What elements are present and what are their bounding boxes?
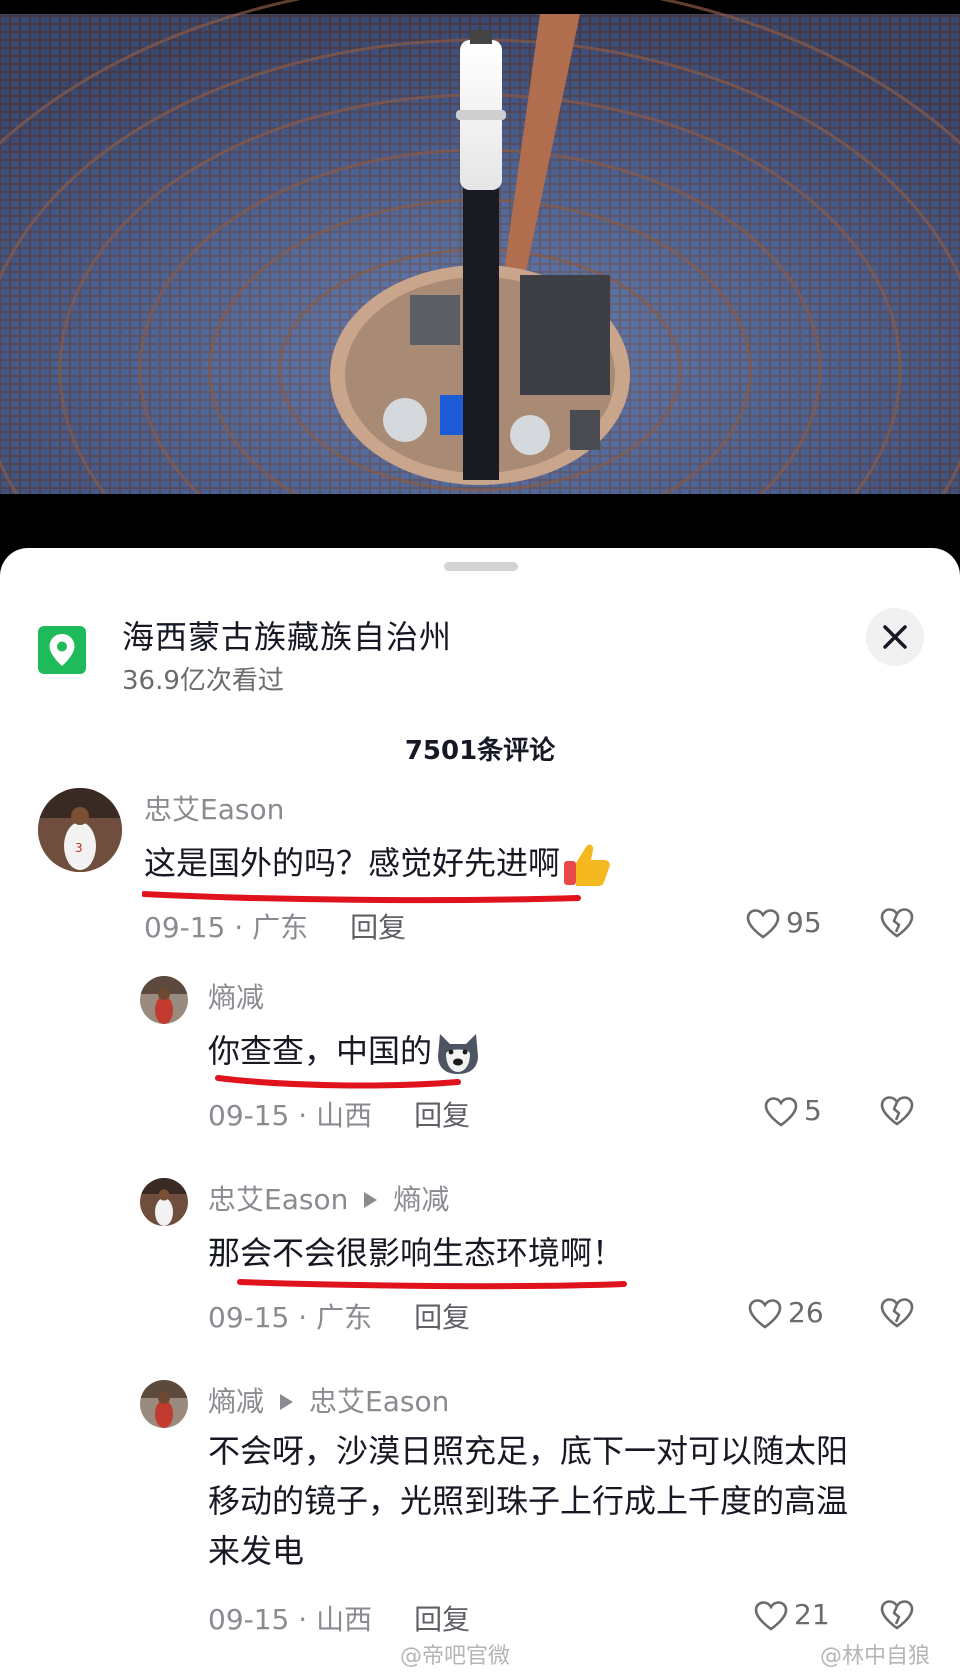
avatar[interactable]: [140, 1178, 188, 1226]
comment-text: 这是国外的吗？感觉好先进啊: [144, 838, 612, 889]
comment-username: 忠艾Eason 熵减: [208, 1178, 449, 1218]
heart-icon: [746, 909, 780, 939]
comment-count: 7501条评论: [404, 736, 556, 766]
dislike-button[interactable]: [880, 1298, 914, 1332]
comment-text-content: 这是国外的吗？感觉好先进啊: [144, 844, 561, 882]
comment-username[interactable]: 忠艾Eason: [144, 788, 284, 828]
comment-username-text[interactable]: 熵减: [208, 1385, 264, 1418]
location-title[interactable]: 海西蒙古族藏族自治州: [122, 612, 452, 658]
reply-button[interactable]: 回复: [414, 1603, 470, 1636]
reply-button[interactable]: 回复: [414, 1099, 470, 1132]
like-button[interactable]: 26: [748, 1296, 824, 1329]
location-pin-icon[interactable]: [38, 626, 86, 674]
watermark: @林中自狼: [820, 1644, 931, 1669]
svg-text:3: 3: [75, 841, 83, 855]
comment-date: 09-15: [144, 911, 226, 944]
like-count: 95: [786, 906, 822, 939]
comment-text: 不会呀，沙漠日照充足，底下一对可以随太阳 移动的镜子，光照到珠子上行成上千度的高…: [208, 1426, 928, 1576]
red-underline: [237, 1279, 627, 1290]
video-player[interactable]: [0, 0, 960, 548]
separator: ·: [298, 1603, 308, 1636]
reply-to-username[interactable]: 熵减: [393, 1183, 449, 1216]
comment-region: 山西: [316, 1099, 373, 1132]
comment-date: 09-15: [208, 1301, 290, 1334]
comment-username: 熵减 忠艾Eason: [208, 1380, 449, 1420]
avatar[interactable]: 3: [38, 788, 122, 872]
separator: ·: [234, 911, 244, 944]
comment-region: 广东: [252, 911, 309, 944]
reply-button[interactable]: 回复: [414, 1301, 470, 1334]
comment-date: 09-15: [208, 1099, 290, 1132]
broken-heart-icon: [880, 1096, 914, 1126]
comment-meta: 09-15 · 广东 回复: [208, 1296, 470, 1336]
comment-username[interactable]: 熵减: [208, 976, 264, 1016]
comment-text-line: 不会呀，沙漠日照充足，底下一对可以随太阳: [208, 1432, 849, 1470]
comment-date: 09-15: [208, 1603, 290, 1636]
close-button[interactable]: [866, 608, 924, 666]
like-button[interactable]: 21: [754, 1598, 830, 1631]
separator: ·: [298, 1099, 308, 1132]
comment-username-text[interactable]: 忠艾Eason: [208, 1183, 348, 1216]
reply-arrow-icon: [280, 1394, 294, 1410]
like-button[interactable]: 5: [764, 1094, 822, 1127]
comment-text-content: 你查查，中国的: [208, 1032, 433, 1070]
dislike-button[interactable]: [880, 908, 914, 942]
watermark: @帝吧官微: [400, 1644, 511, 1669]
broken-heart-icon: [880, 908, 914, 938]
close-icon: [883, 625, 907, 649]
comment-region: 广东: [316, 1301, 373, 1334]
comment-region: 山西: [316, 1603, 373, 1636]
red-underline: [142, 891, 581, 904]
heart-icon: [748, 1299, 782, 1329]
heart-icon: [754, 1601, 788, 1631]
comment-meta: 09-15 · 山西 回复: [208, 1598, 470, 1638]
heart-icon: [764, 1097, 798, 1127]
video-frame-image: [0, 0, 960, 548]
broken-heart-icon: [880, 1600, 914, 1630]
comment-meta: 09-15 · 广东 回复: [144, 906, 406, 946]
reply-arrow-icon: [364, 1192, 378, 1208]
comment-sheet: 海西蒙古族藏族自治州 36.9亿次看过 7501条评论 3 忠艾Eason 这是…: [0, 548, 960, 1672]
view-count: 36.9亿次看过: [122, 666, 284, 696]
comment-text: 你查查，中国的: [208, 1026, 482, 1076]
comment-text: 那会不会很影响生态环境啊！: [208, 1234, 625, 1272]
avatar[interactable]: [140, 976, 188, 1024]
like-count: 5: [804, 1094, 822, 1127]
like-count: 21: [794, 1598, 830, 1631]
dog-face-icon: [434, 1030, 482, 1076]
comment-text-line: 移动的镜子，光照到珠子上行成上千度的高温: [208, 1482, 849, 1520]
dislike-button[interactable]: [880, 1096, 914, 1130]
like-count: 26: [788, 1296, 824, 1329]
red-underline: [215, 1075, 461, 1089]
comment-meta: 09-15 · 山西 回复: [208, 1094, 470, 1134]
separator: ·: [298, 1301, 308, 1334]
comment-text-line: 来发电: [208, 1532, 305, 1570]
reply-to-username[interactable]: 忠艾Eason: [309, 1385, 449, 1418]
reply-button[interactable]: 回复: [350, 911, 406, 944]
avatar[interactable]: [140, 1380, 188, 1428]
like-button[interactable]: 95: [746, 906, 822, 939]
broken-heart-icon: [880, 1298, 914, 1328]
sheet-grabber[interactable]: [444, 562, 518, 571]
thumbs-up-icon: [562, 841, 612, 889]
dislike-button[interactable]: [880, 1600, 914, 1634]
